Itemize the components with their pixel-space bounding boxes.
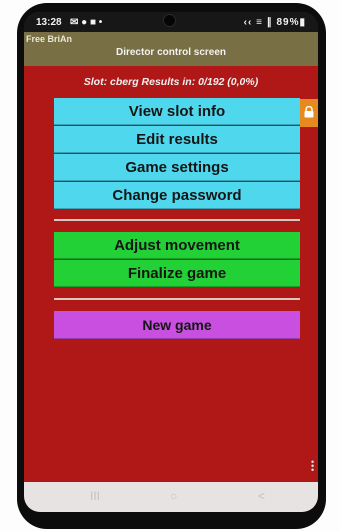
app-name: Free BriAn <box>26 34 73 44</box>
section-divider <box>54 298 300 300</box>
edit-results-button[interactable]: Edit results <box>54 126 300 153</box>
phone-screen: 13:28 ✉ ● ■ • ‹‹ ≡ ∥ 89%▮ Free BriAn Dir… <box>24 12 318 512</box>
finalize-game-button[interactable]: Finalize game <box>54 260 300 287</box>
notification-icons: ✉ ● ■ • <box>70 17 103 28</box>
slot-results-info: Slot: cberg Results in: 0/192 (0,0%) <box>83 76 259 88</box>
status-time: 13:28 <box>36 17 62 28</box>
screen-title: Director control screen <box>115 47 227 58</box>
overflow-menu-icon[interactable]: • • • <box>311 458 315 475</box>
front-camera-icon <box>163 14 176 27</box>
status-bar: 13:28 ✉ ● ■ • ‹‹ ≡ ∥ 89%▮ <box>24 12 318 32</box>
view-slot-info-button[interactable]: View slot info <box>54 98 300 125</box>
recents-button[interactable]: III <box>90 489 100 503</box>
lock-icon <box>304 106 314 118</box>
back-button[interactable]: < <box>258 489 265 503</box>
system-status-icons: ‹‹ ≡ ∥ 89%▮ <box>243 17 306 28</box>
new-game-button[interactable]: New game <box>54 311 300 339</box>
section-divider <box>54 219 300 221</box>
navigation-bar: III ○ < <box>24 482 318 512</box>
adjust-movement-button[interactable]: Adjust movement <box>54 232 300 259</box>
change-password-button[interactable]: Change password <box>54 182 300 209</box>
game-settings-button[interactable]: Game settings <box>54 154 300 181</box>
lock-button[interactable] <box>300 99 318 127</box>
home-button[interactable]: ○ <box>170 489 177 503</box>
